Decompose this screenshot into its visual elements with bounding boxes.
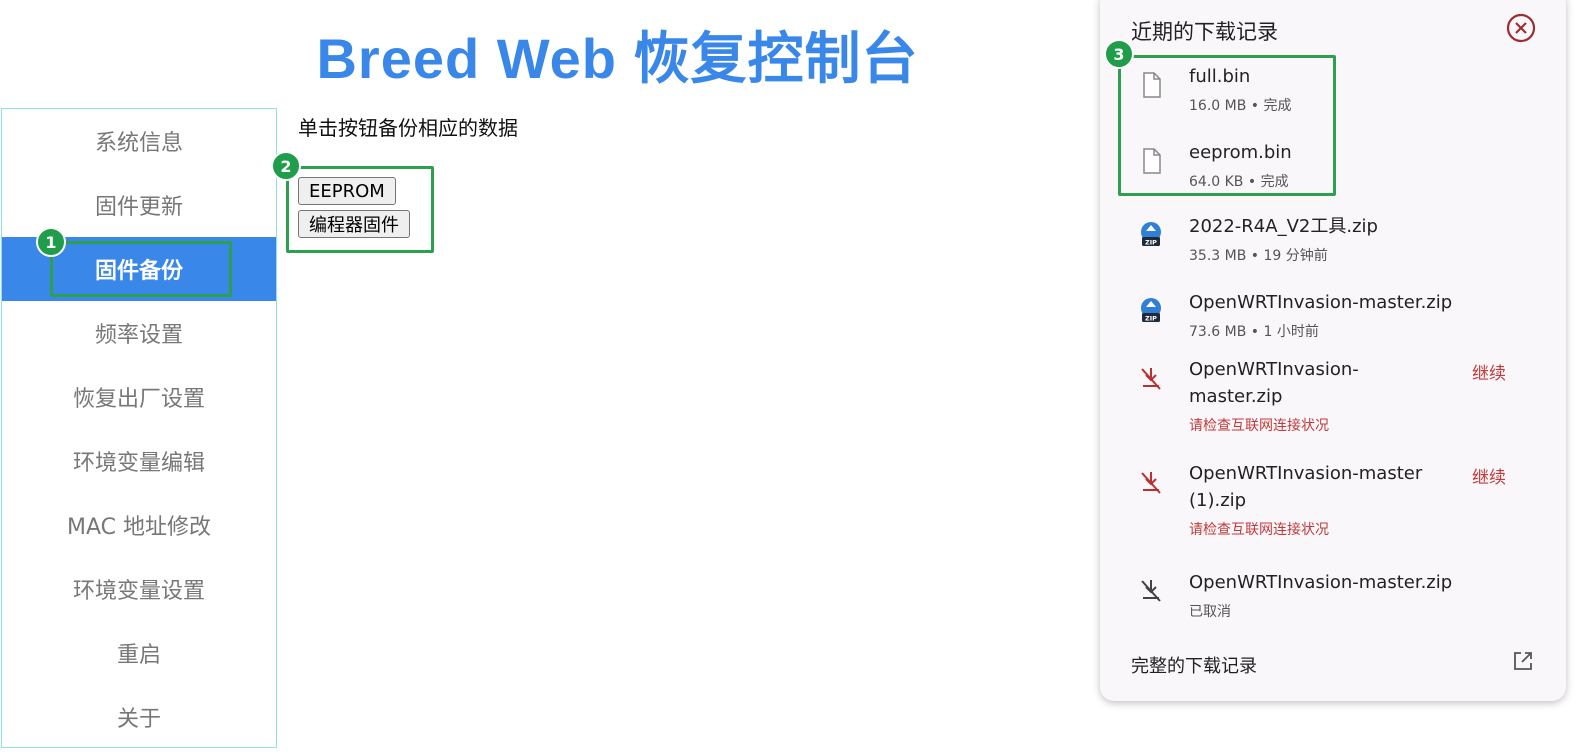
svg-text:ZIP: ZIP bbox=[1145, 239, 1157, 247]
download-name: OpenWRTInvasion-master.zip bbox=[1189, 292, 1453, 313]
sidebar-item-env-edit[interactable]: 环境变量编辑 bbox=[2, 429, 276, 493]
download-name: 2022-R4A_V2工具.zip bbox=[1189, 216, 1378, 237]
sidebar-item-about[interactable]: 关于 bbox=[2, 685, 276, 749]
download-item[interactable]: OpenWRTInvasion-master (1).zip 请检查互联网连接状… bbox=[1100, 463, 1566, 548]
sidebar-item-env-settings[interactable]: 环境变量设置 bbox=[2, 557, 276, 621]
open-external-icon[interactable] bbox=[1512, 650, 1534, 672]
sidebar-item-factory-reset[interactable]: 恢复出厂设置 bbox=[2, 365, 276, 429]
step-badge-3: 3 bbox=[1104, 39, 1134, 69]
download-meta: 73.6 MB • 1 小时前 bbox=[1189, 324, 1319, 340]
download-name-line1: OpenWRTInvasion- bbox=[1189, 359, 1359, 380]
download-item[interactable]: ZIP OpenWRTInvasion-master.zip 73.6 MB •… bbox=[1100, 288, 1566, 348]
download-item[interactable]: OpenWRTInvasion- master.zip 请检查互联网连接状况 继… bbox=[1100, 359, 1566, 444]
download-name-line2: master.zip bbox=[1189, 386, 1283, 407]
sidebar-nav: 系统信息 固件更新 固件备份 频率设置 恢复出厂设置 环境变量编辑 MAC 地址… bbox=[1, 108, 277, 748]
step-badge-2: 2 bbox=[271, 151, 301, 181]
highlight-box-2 bbox=[286, 166, 434, 253]
download-name: OpenWRTInvasion-master.zip bbox=[1189, 572, 1453, 593]
sidebar-item-system-info[interactable]: 系统信息 bbox=[2, 109, 276, 173]
download-cancelled-icon bbox=[1141, 580, 1161, 602]
download-meta: 35.3 MB • 19 分钟前 bbox=[1189, 248, 1328, 264]
download-error-text: 请检查互联网连接状况 bbox=[1189, 418, 1329, 434]
highlight-box-1 bbox=[50, 241, 232, 297]
backup-instruction: 单击按钮备份相应的数据 bbox=[298, 116, 518, 140]
page-title: Breed Web 恢复控制台 bbox=[316, 27, 919, 90]
downloads-panel-title: 近期的下载记录 bbox=[1131, 20, 1278, 44]
resume-button[interactable]: 继续 bbox=[1472, 359, 1506, 384]
sidebar-item-frequency-settings[interactable]: 频率设置 bbox=[2, 301, 276, 365]
sidebar-item-firmware-update[interactable]: 固件更新 bbox=[2, 173, 276, 237]
download-item[interactable]: OpenWRTInvasion-master.zip 已取消 bbox=[1100, 572, 1566, 634]
step-badge-1: 1 bbox=[36, 227, 66, 257]
full-download-history-link[interactable]: 完整的下载记录 bbox=[1131, 652, 1257, 678]
resume-button[interactable]: 继续 bbox=[1472, 463, 1506, 488]
download-meta: 已取消 bbox=[1189, 604, 1231, 620]
zip-icon: ZIP bbox=[1141, 298, 1161, 323]
download-error-text: 请检查互联网连接状况 bbox=[1189, 522, 1329, 538]
download-name-line1: OpenWRTInvasion-master bbox=[1189, 463, 1423, 484]
sidebar-item-reboot[interactable]: 重启 bbox=[2, 621, 276, 685]
zip-icon: ZIP bbox=[1141, 222, 1161, 247]
sidebar-item-mac-edit[interactable]: MAC 地址修改 bbox=[2, 493, 276, 557]
svg-text:ZIP: ZIP bbox=[1145, 315, 1157, 323]
close-icon[interactable] bbox=[1506, 13, 1536, 43]
download-failed-icon bbox=[1141, 368, 1161, 390]
download-failed-icon bbox=[1141, 472, 1161, 494]
download-name-line2: (1).zip bbox=[1189, 490, 1247, 511]
highlight-box-3 bbox=[1118, 55, 1336, 196]
download-item[interactable]: ZIP 2022-R4A_V2工具.zip 35.3 MB • 19 分钟前 bbox=[1100, 212, 1566, 272]
